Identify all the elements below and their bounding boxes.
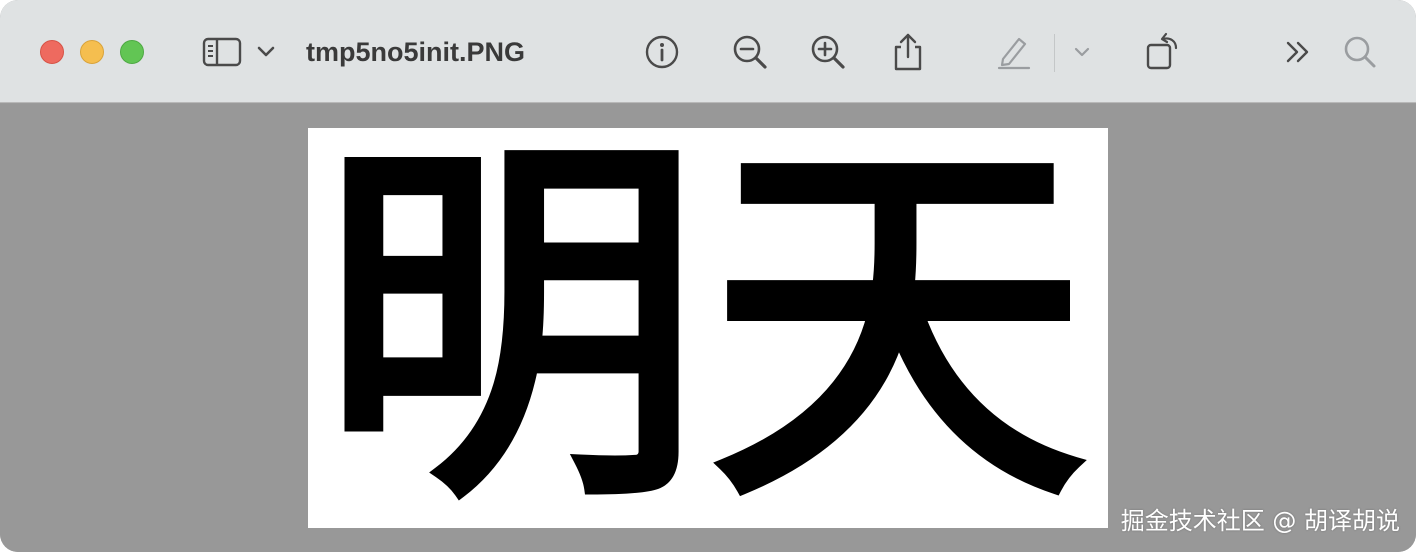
window-title: tmp5no5init.PNG [306,37,526,67]
minimize-button[interactable] [80,40,104,64]
toolbar-divider [1054,34,1055,72]
markup-menu-button[interactable] [1070,30,1094,74]
image-canvas: 明天 [308,128,1108,528]
zoom-out-icon [733,35,767,69]
search-icon [1344,36,1376,68]
share-icon [894,33,922,71]
markup-button[interactable] [992,30,1036,74]
sidebar-toggle-button[interactable] [200,30,244,74]
chevron-down-icon [257,46,275,57]
search-button[interactable] [1340,30,1380,74]
zoom-in-icon [811,35,845,69]
info-button[interactable] [640,30,684,74]
info-icon [645,35,679,69]
chevron-down-icon [1074,47,1090,57]
sidebar-icon [202,37,242,67]
zoom-in-button[interactable] [806,30,850,74]
share-button[interactable] [886,30,930,74]
toolbar: tmp5no5init.PNG [0,0,1416,103]
zoom-button[interactable] [120,40,144,64]
zoom-out-button[interactable] [728,30,772,74]
more-icon [1286,41,1309,63]
watermark-text: 掘金技术社区 @ 胡译胡说 [1120,507,1400,535]
document-view[interactable]: 明天 掘金技术社区 @ 胡译胡说 [0,104,1416,552]
image-text: 明天 [320,128,1096,528]
rotate-button[interactable] [1140,30,1184,74]
preview-window: tmp5no5init.PNG 明天 掘金技术社区 @ 胡译胡说 [0,0,1416,552]
more-button[interactable] [1280,30,1316,74]
rotate-icon [1146,32,1178,70]
close-button[interactable] [40,40,64,64]
sidebar-menu-button[interactable] [254,30,278,74]
markup-pen-icon [997,37,1031,70]
